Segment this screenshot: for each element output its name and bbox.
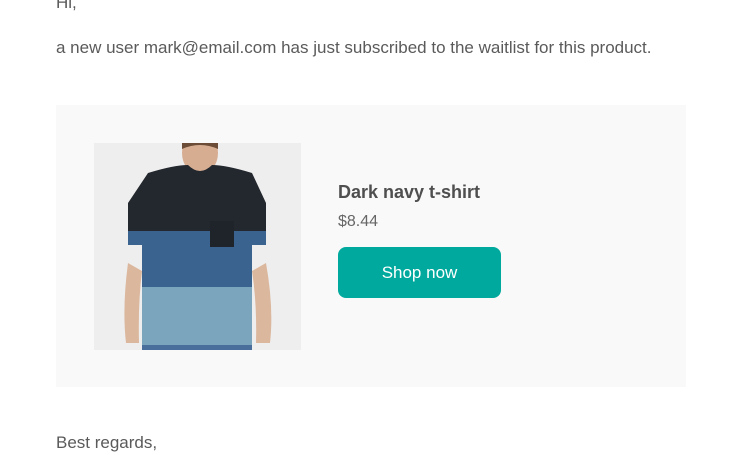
greeting-text: Hi, — [56, 0, 77, 12]
product-name: Dark navy t-shirt — [338, 182, 481, 202]
email-body: Hi, a new user mark@email.com has just s… — [0, 0, 745, 452]
product-image — [94, 143, 301, 350]
product-card: Dark navy t-shirt $8.44 Shop now — [56, 105, 686, 387]
subscription-message: a new user mark@email.com has just subsc… — [56, 38, 652, 57]
tshirt-model-image — [94, 143, 301, 350]
closing-text: Best regards, — [56, 433, 158, 452]
product-info: Dark navy t-shirt $8.44 Shop now — [338, 180, 501, 298]
product-price: $8.44 — [338, 213, 379, 230]
shop-now-button[interactable]: Shop now — [338, 247, 501, 298]
